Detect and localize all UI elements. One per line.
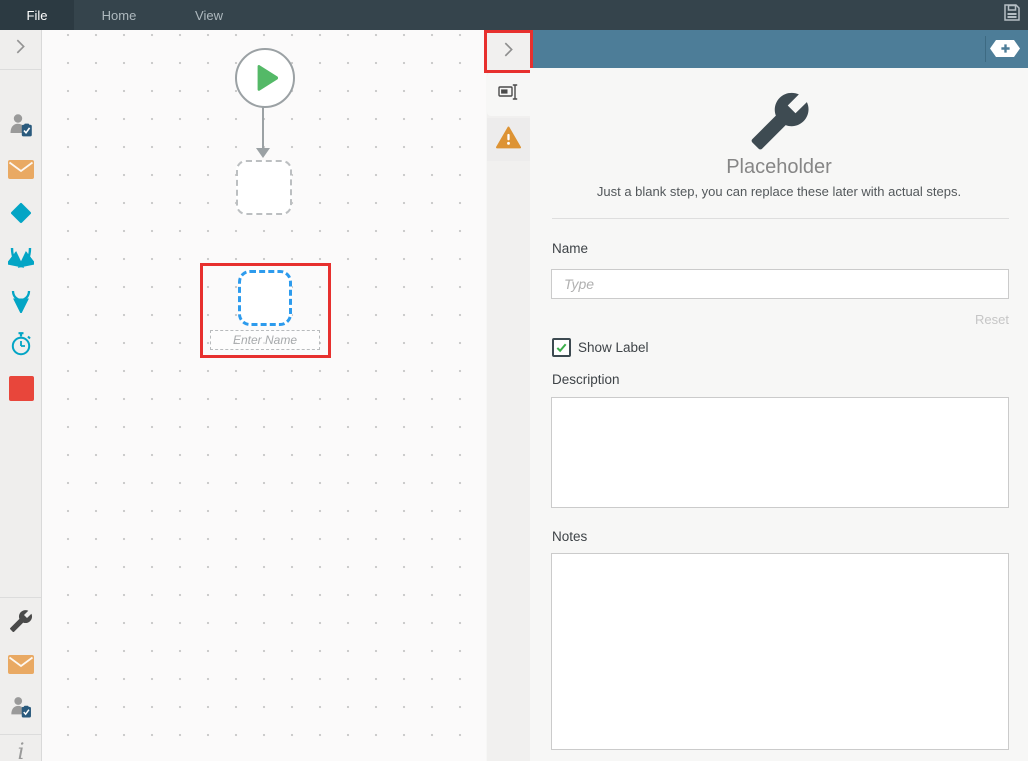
step-properties-panel: Placeholder Just a blank step, you can r… [530, 68, 1028, 761]
toolbox-divider [0, 597, 41, 598]
floppy-disk-icon [1002, 3, 1022, 28]
play-icon [254, 63, 281, 93]
show-label-label: Show Label [578, 340, 649, 355]
panel-tab-strip [487, 73, 530, 761]
toolbox-item-split[interactable] [5, 246, 37, 275]
notes-label: Notes [552, 529, 588, 544]
workflow-canvas[interactable]: Enter Name [42, 30, 486, 761]
panel-header-bar [533, 30, 1028, 68]
description-label: Description [552, 372, 620, 387]
placeholder-node-2-selected[interactable] [238, 270, 292, 326]
mail-icon [8, 655, 34, 679]
toolbox-item-user-task-2[interactable] [8, 696, 34, 722]
split-arrows-icon [5, 246, 37, 275]
wrench-icon [749, 90, 811, 152]
user-task-icon [8, 112, 34, 143]
name-label: Name [552, 241, 589, 256]
connector-arrowhead-icon [256, 148, 270, 158]
stop-square-icon [8, 376, 34, 406]
rename-icon [497, 82, 520, 107]
name-input[interactable] [551, 269, 1009, 299]
toolbox-item-wrench[interactable] [8, 608, 34, 634]
add-step-button[interactable] [990, 40, 1020, 57]
timer-icon [9, 331, 33, 362]
chevron-right-icon [12, 38, 29, 60]
toolbox-divider [0, 734, 41, 735]
placeholder-node-1[interactable] [236, 160, 292, 215]
connector-line [262, 106, 264, 150]
tab-warnings[interactable] [487, 118, 530, 161]
notes-textarea[interactable] [551, 553, 1009, 750]
toolbox-item-merge[interactable] [8, 290, 34, 316]
check-icon [555, 341, 568, 354]
section-divider [552, 218, 1009, 219]
start-node[interactable] [235, 48, 295, 108]
merge-arrow-icon [9, 289, 33, 318]
menu-tab-file[interactable]: File [0, 0, 74, 30]
menu-tab-home[interactable]: Home [74, 0, 164, 30]
mail-icon [8, 160, 34, 184]
user-task-icon [9, 695, 33, 724]
menu-bar: File Home View [0, 0, 1028, 30]
show-label-checkbox[interactable] [552, 338, 571, 357]
toolbox-expand-button[interactable] [0, 30, 41, 68]
info-icon: i [17, 739, 25, 761]
warning-icon [496, 126, 521, 154]
toolbox-item-info[interactable]: i [8, 739, 34, 761]
panel-collapse-button[interactable] [484, 30, 533, 73]
menu-tab-view[interactable]: View [164, 0, 254, 30]
step-subtitle: Just a blank step, you can replace these… [596, 184, 962, 199]
step-toolbox: i [0, 30, 42, 761]
step-title: Placeholder [726, 156, 832, 178]
node-name-input[interactable]: Enter Name [210, 330, 320, 350]
description-textarea[interactable] [551, 397, 1009, 508]
toolbox-item-user-task[interactable] [8, 112, 34, 143]
reset-link[interactable]: Reset [975, 312, 1009, 327]
wrench-icon [9, 609, 33, 633]
workflow-designer-window: File Home View i Enter Name Placeholder … [0, 0, 1028, 761]
plus-badge-icon [1000, 43, 1011, 54]
toolbox-divider [0, 69, 41, 70]
toolbox-item-timer[interactable] [8, 331, 34, 362]
toolbox-item-mail[interactable] [8, 159, 34, 185]
toolbox-item-mail-event[interactable] [8, 654, 34, 680]
save-button[interactable] [1001, 3, 1023, 28]
toolbox-item-decision[interactable] [8, 202, 34, 228]
toolbox-item-stop[interactable] [8, 376, 34, 406]
chevron-right-icon [500, 41, 517, 63]
decision-diamond-icon [9, 201, 33, 230]
tab-properties[interactable] [487, 73, 530, 116]
header-divider [985, 36, 986, 62]
